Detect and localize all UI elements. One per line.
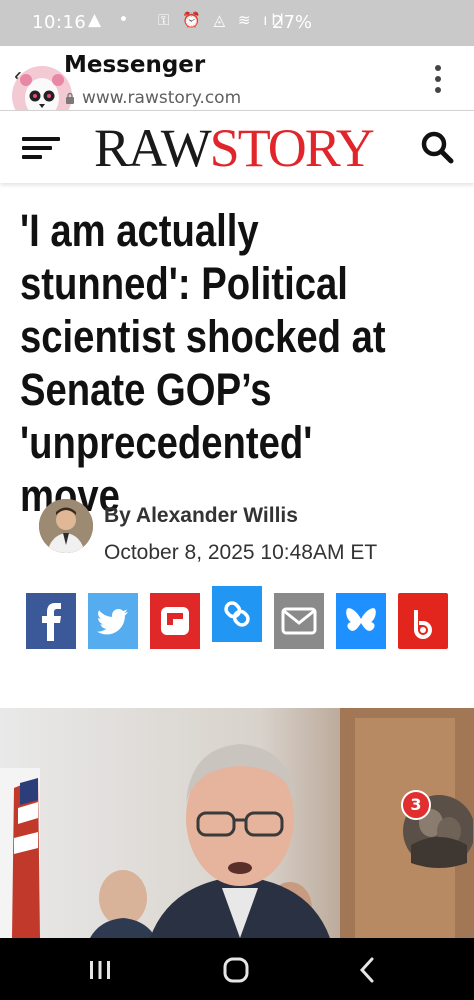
bluesky-butterfly-icon bbox=[336, 593, 386, 649]
twitter-share-button[interactable] bbox=[88, 593, 138, 649]
battery-level: 27% bbox=[272, 12, 313, 33]
logo-story: STORY bbox=[209, 118, 375, 178]
home-icon[interactable] bbox=[214, 948, 258, 992]
flipboard-share-button[interactable] bbox=[150, 593, 200, 649]
status-bar: 10:16 ▲ • ⚿ ⏰ ◬ ≋ ıll 27% bbox=[0, 0, 474, 46]
more-options-icon[interactable] bbox=[428, 62, 448, 98]
article-date: October 8, 2025 10:48AM ET bbox=[104, 541, 378, 564]
facebook-icon bbox=[26, 593, 76, 649]
link-icon bbox=[212, 586, 262, 642]
email-icon bbox=[274, 593, 324, 649]
recent-apps-icon[interactable] bbox=[78, 948, 122, 992]
copy-link-button[interactable] bbox=[212, 586, 262, 642]
author-photo[interactable] bbox=[39, 499, 93, 553]
twitter-icon bbox=[88, 593, 138, 649]
back-nav-icon[interactable] bbox=[346, 948, 390, 992]
notification-icons: ▲ • bbox=[88, 10, 135, 30]
lock-icon bbox=[66, 92, 74, 104]
site-logo[interactable]: RAWSTORY bbox=[94, 118, 375, 178]
status-time: 10:16 bbox=[32, 12, 87, 33]
bluesky-share-button[interactable] bbox=[336, 593, 386, 649]
flipboard-icon bbox=[150, 593, 200, 649]
article-byline[interactable]: By Alexander Willis bbox=[104, 504, 298, 528]
email-share-button[interactable] bbox=[274, 593, 324, 649]
author-portrait-icon bbox=[39, 499, 93, 553]
chat-head-badge: 3 bbox=[401, 790, 431, 820]
browser-url[interactable]: www.rawstory.com bbox=[82, 88, 241, 108]
menu-icon[interactable] bbox=[22, 136, 60, 160]
bluesky-alt-share-button[interactable] bbox=[398, 593, 448, 649]
logo-raw: RAW bbox=[94, 118, 212, 178]
system-icons: ⚿ ⏰ ◬ ≋ ıll bbox=[158, 11, 288, 29]
article-headline: 'I am actually stunned': Political scien… bbox=[20, 205, 386, 521]
facebook-share-button[interactable] bbox=[26, 593, 76, 649]
browser-title: Messenger bbox=[64, 52, 206, 78]
bluesky-alt-icon bbox=[398, 593, 448, 649]
search-icon[interactable] bbox=[420, 130, 454, 164]
